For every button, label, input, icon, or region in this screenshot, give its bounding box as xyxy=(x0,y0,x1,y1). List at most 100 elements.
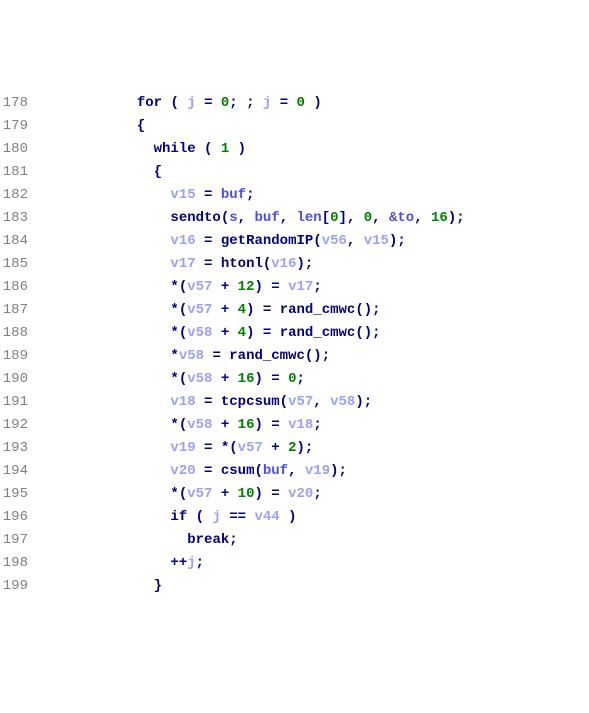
token-fn: getRandomIP xyxy=(221,233,313,249)
line-number: 196 xyxy=(0,506,28,529)
token-vardk: buf xyxy=(263,463,288,479)
token-br: ( xyxy=(254,463,262,479)
token-var: j xyxy=(187,555,195,571)
token-fn: sendto xyxy=(170,210,220,226)
line-number: 178 xyxy=(0,92,28,115)
token-br: , xyxy=(288,463,296,479)
code-line: sendto(s, buf, len[0], 0, &to, 16); xyxy=(36,207,589,230)
code-line: *(v57 + 10) = v20; xyxy=(36,483,589,506)
token-op: = xyxy=(204,187,212,203)
token-br: , xyxy=(347,233,355,249)
token-br: , xyxy=(238,210,246,226)
line-number: 186 xyxy=(0,276,28,299)
token-var: j xyxy=(263,95,271,111)
token-br: , xyxy=(313,394,321,410)
token-br: ; xyxy=(196,555,204,571)
token-br: ( xyxy=(313,233,321,249)
token-br: } xyxy=(154,578,162,594)
token-fn: htonl xyxy=(221,256,263,272)
token-vardk: s xyxy=(229,210,237,226)
token-br: ; xyxy=(246,187,254,203)
token-br: ); xyxy=(330,463,347,479)
token-br: *( xyxy=(170,371,187,387)
code-line: *(v58 + 4) = rand_cmwc(); xyxy=(36,322,589,345)
token-var: v57 xyxy=(288,394,313,410)
token-op: = xyxy=(204,440,212,456)
code-line: *(v58 + 16) = v18; xyxy=(36,414,589,437)
code-line: { xyxy=(36,161,589,184)
token-op: = xyxy=(280,95,288,111)
line-number: 189 xyxy=(0,345,28,368)
token-br: *( xyxy=(170,302,187,318)
token-br: ); xyxy=(355,394,372,410)
token-var: v57 xyxy=(187,279,212,295)
token-op: + xyxy=(271,440,279,456)
code-line: v19 = *(v57 + 2); xyxy=(36,437,589,460)
token-kw: if xyxy=(170,509,187,525)
token-num: 1 xyxy=(221,141,229,157)
token-op: + xyxy=(221,486,229,502)
token-br: ; xyxy=(313,279,321,295)
token-br: ; xyxy=(313,486,321,502)
token-var: v58 xyxy=(179,348,204,364)
token-br: ); xyxy=(448,210,465,226)
token-op: = xyxy=(271,417,279,433)
token-br: ( xyxy=(280,394,288,410)
token-num: 0 xyxy=(364,210,372,226)
token-var: v17 xyxy=(288,279,313,295)
token-fn: tcpcsum xyxy=(221,394,280,410)
code-viewer: 1781791801811821831841851861871881891901… xyxy=(0,92,589,598)
token-br: , xyxy=(414,210,422,226)
token-op: = xyxy=(271,279,279,295)
token-kw: while xyxy=(154,141,196,157)
token-br: (); xyxy=(355,302,380,318)
token-br: , xyxy=(347,210,355,226)
line-number: 197 xyxy=(0,529,28,552)
token-br: ( xyxy=(221,210,229,226)
token-br: ) xyxy=(254,279,262,295)
token-var: v16 xyxy=(170,233,195,249)
line-number: 198 xyxy=(0,552,28,575)
token-var: v20 xyxy=(170,463,195,479)
token-var: v18 xyxy=(170,394,195,410)
code-line: v17 = htonl(v16); xyxy=(36,253,589,276)
token-var: v58 xyxy=(187,371,212,387)
token-br: , xyxy=(372,210,380,226)
token-br: (); xyxy=(355,325,380,341)
code-line: *(v57 + 12) = v17; xyxy=(36,276,589,299)
line-number: 192 xyxy=(0,414,28,437)
token-num: 12 xyxy=(238,279,255,295)
line-number: 179 xyxy=(0,115,28,138)
token-br: ( xyxy=(170,95,178,111)
token-br: ); xyxy=(389,233,406,249)
code-line: ++j; xyxy=(36,552,589,575)
line-number: 188 xyxy=(0,322,28,345)
code-line: v16 = getRandomIP(v56, v15); xyxy=(36,230,589,253)
token-br: ; xyxy=(246,95,254,111)
token-op: + xyxy=(221,371,229,387)
line-number: 181 xyxy=(0,161,28,184)
line-number: 195 xyxy=(0,483,28,506)
token-var: v58 xyxy=(187,417,212,433)
code-line: } xyxy=(36,575,589,598)
token-br: ) xyxy=(254,486,262,502)
token-op: + xyxy=(221,417,229,433)
line-number: 187 xyxy=(0,299,28,322)
token-op: = xyxy=(263,325,271,341)
token-br: ] xyxy=(339,210,347,226)
token-vardk: buf xyxy=(221,187,246,203)
line-number: 191 xyxy=(0,391,28,414)
token-vardk: len xyxy=(297,210,322,226)
token-num: 16 xyxy=(238,417,255,433)
line-number: 183 xyxy=(0,207,28,230)
token-var: v15 xyxy=(364,233,389,249)
token-op: ++ xyxy=(170,555,187,571)
token-br: ) xyxy=(288,509,296,525)
token-br: (); xyxy=(305,348,330,364)
token-fn: rand_cmwc xyxy=(280,302,356,318)
line-number: 190 xyxy=(0,368,28,391)
code-line: break; xyxy=(36,529,589,552)
token-fn: rand_cmwc xyxy=(229,348,305,364)
token-num: 16 xyxy=(431,210,448,226)
token-var: v57 xyxy=(187,302,212,318)
